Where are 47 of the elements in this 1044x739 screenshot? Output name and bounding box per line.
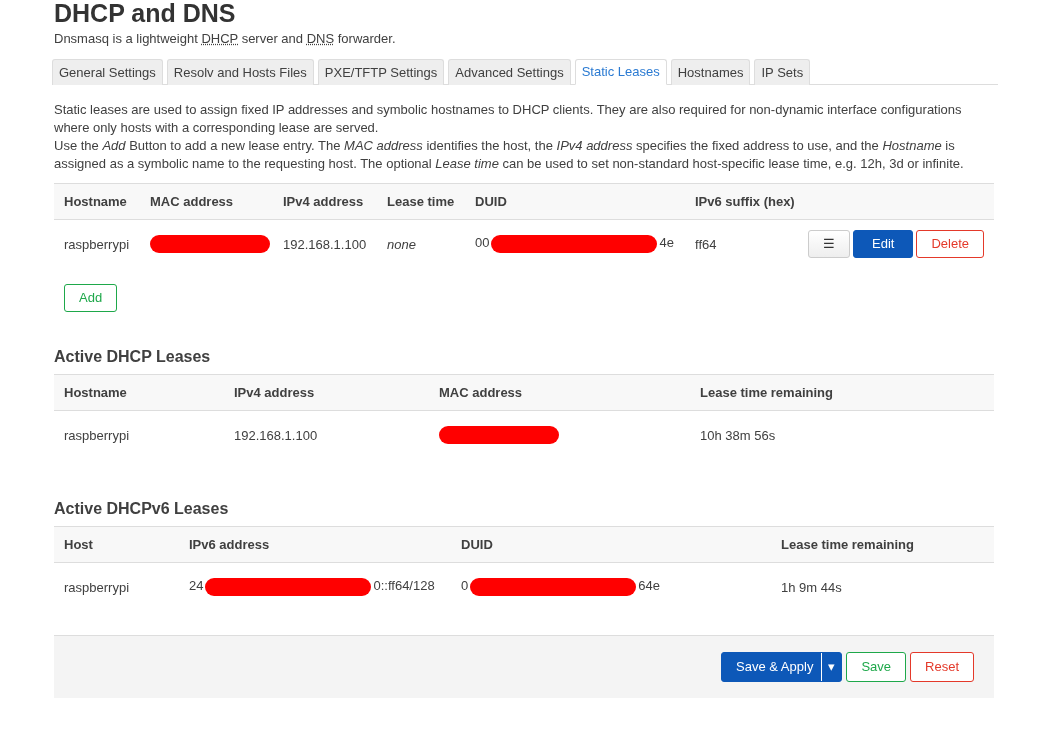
column-header: DUID: [451, 526, 771, 563]
column-header: IPv4 address: [273, 183, 377, 220]
reset-button[interactable]: Reset: [910, 652, 974, 682]
cell-text-start: 00: [475, 235, 490, 251]
description-text: Use the Add Button to add a new lease entry. The MAC address identifies the host, the IPv4 address specifies the fixed address to use, and the Hostname is assigned as a symbolic name to the requesting host. The optional Lease time can be used to set non-standard host-specific lease time, e.g. 12h, 3d or infinite.: [54, 137, 965, 173]
column-header: Lease time remaining: [771, 526, 994, 563]
table-cell: none: [387, 236, 416, 252]
cell-text-end: 4e: [659, 235, 674, 251]
tab[interactable]: General Settings: [52, 59, 163, 85]
column-header: IPv6 suffix (hex): [685, 183, 805, 220]
column-header: Hostname: [54, 183, 140, 220]
edit-button[interactable]: Edit: [853, 230, 914, 258]
table-cell: 1h 9m 44s: [781, 579, 842, 595]
table-cell: raspberrypi: [64, 579, 130, 595]
table-cell: raspberrypi: [64, 427, 130, 443]
table-cell: 192.168.1.100: [234, 427, 318, 443]
column-header: Host: [54, 526, 179, 563]
cell-text-end: 0::ff64/128: [373, 578, 435, 594]
tab[interactable]: IP Sets: [754, 59, 811, 85]
section-title: Active DHCPv6 Leases: [54, 500, 230, 518]
menu-button[interactable]: ☰: [808, 230, 850, 258]
column-header: MAC address: [429, 374, 690, 411]
column-header: DUID: [465, 183, 685, 220]
tab[interactable]: Resolv and Hosts Files: [166, 59, 314, 85]
cell-text-start: 24: [189, 578, 204, 594]
delete-button[interactable]: Delete: [916, 230, 984, 258]
description-text: Static leases are used to assign fixed IP addresses and symbolic hostnames to DHCP clients. They are also required for non-dynamic interface configurations where only hosts with a corresponding lease are served.: [54, 101, 963, 137]
table-cell: raspberrypi: [64, 236, 130, 252]
table-cell: ff64: [695, 236, 717, 252]
tab[interactable]: Advanced Settings: [448, 59, 571, 85]
page-title: DHCP and DNS: [54, 0, 237, 26]
table-cell: 10h 38m 56s: [700, 427, 776, 443]
column-header: Lease time: [377, 183, 465, 220]
column-header: MAC address: [140, 183, 273, 220]
tab[interactable]: PXE/TFTP Settings: [317, 59, 445, 85]
save-apply-button[interactable]: Save & Apply ▾: [721, 652, 843, 682]
column-header: IPv4 address: [224, 374, 429, 411]
section-title: Active DHCP Leases: [54, 348, 212, 366]
cell-text-start: 0: [461, 578, 469, 594]
column-header: Lease time remaining: [690, 374, 994, 411]
table-cell: 192.168.1.100: [283, 236, 367, 252]
column-header: Hostname: [54, 374, 224, 411]
tab[interactable]: Hostnames: [670, 59, 751, 85]
tab[interactable]: Static Leases: [574, 59, 667, 85]
column-header: IPv6 address: [179, 526, 451, 563]
cell-text-end: 64e: [638, 578, 660, 594]
page-subtitle: Dnsmasq is a lightweight DHCP server and DNS forwarder.: [54, 31, 396, 46]
